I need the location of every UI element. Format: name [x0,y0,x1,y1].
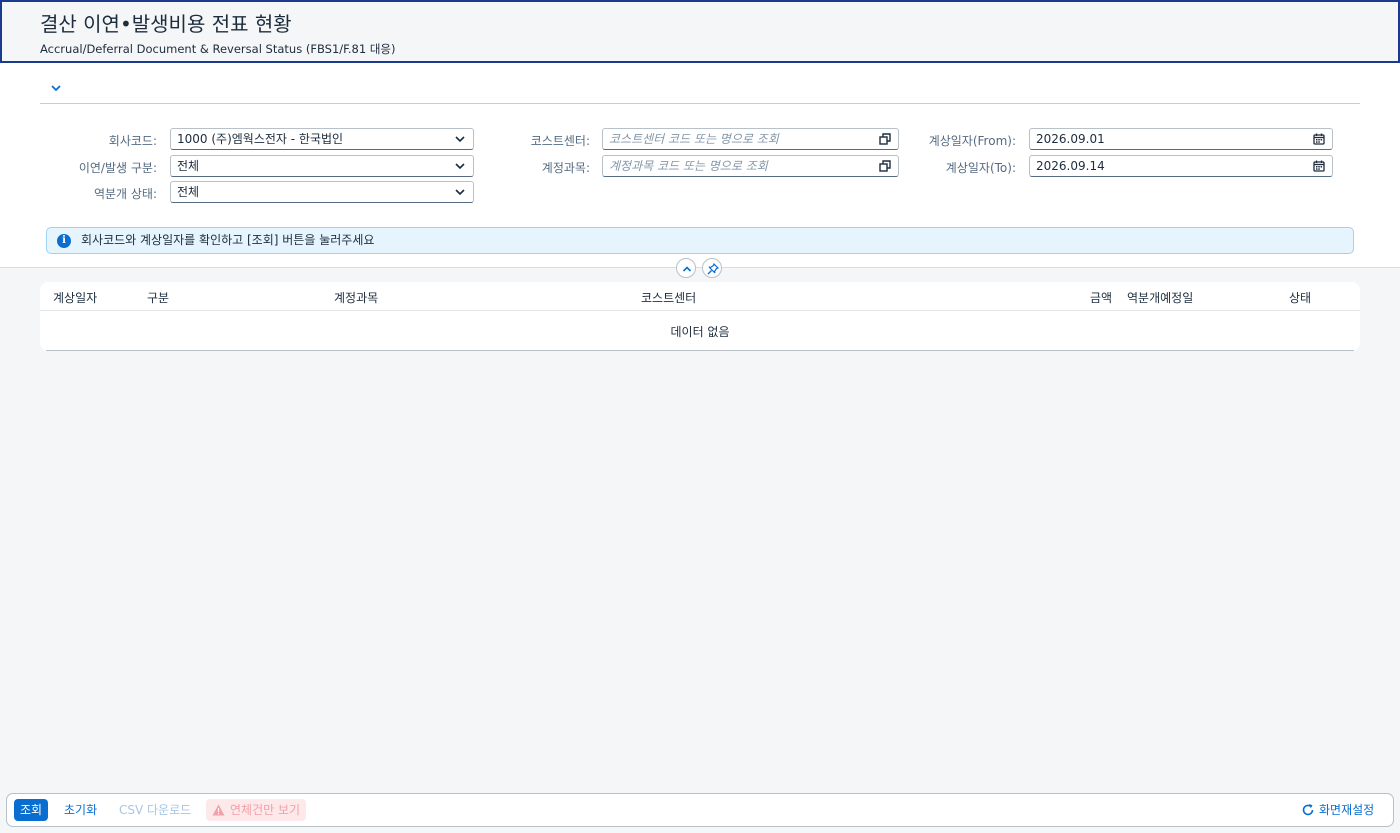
reset-layout-label: 화면재설정 [1319,803,1375,817]
table-bottom-border [46,350,1354,351]
type-select[interactable]: 전체 [170,155,474,177]
cost-center-label: 코스트센터: [530,134,590,148]
calendar-icon[interactable] [1313,160,1325,172]
no-data-text: 데이터 없음 [670,325,730,339]
cost-center-placeholder: 코스트센터 코드 또는 명으로 조회 [609,132,779,146]
reversal-status-label: 역분개 상태: [93,187,157,201]
cost-center-input[interactable]: 코스트센터 코드 또는 명으로 조회 [602,128,899,150]
type-label: 이연/발생 구분: [78,161,157,175]
overdue-only-label: 연체건만 보기 [230,803,301,817]
pin-header-button[interactable] [702,258,722,278]
calendar-icon[interactable] [1313,133,1325,145]
date-from-label: 계상일자(From): [928,134,1016,148]
column-header-status[interactable]: 상태 [1289,289,1311,306]
date-to-label: 계상일자(To): [945,161,1016,175]
filter-bar: 회사코드: 1000 (주)엠웍스전자 - 한국법인 이연/발생 구분: 전체 … [0,63,1400,268]
value-help-icon[interactable] [879,160,891,172]
company-code-label: 회사코드: [108,134,157,148]
date-to-picker[interactable]: 2026.09.14 [1029,155,1333,177]
company-code-value: 1000 (주)엠웍스전자 - 한국법인 [177,132,344,146]
reset-layout-button[interactable]: 화면재설정 [1299,799,1380,821]
csv-download-button[interactable]: CSV 다운로드 [113,799,197,821]
column-header-reversal-date[interactable]: 역분개예정일 [1127,289,1193,306]
refresh-icon [1302,804,1314,816]
page-subtitle: Accrual/Deferral Document & Reversal Sta… [40,42,396,56]
filter-divider [40,103,1360,104]
chevron-down-icon [455,189,465,196]
chevron-down-icon [455,163,465,170]
reset-button[interactable]: 초기화 [58,799,103,821]
company-code-select[interactable]: 1000 (주)엠웍스전자 - 한국법인 [170,128,474,150]
overdue-only-button[interactable]: 연체건만 보기 [206,799,307,821]
pin-icon [707,263,719,275]
info-message-text: 회사코드와 계상일자를 확인하고 [조회] 버튼을 눌러주세요 [81,233,375,247]
info-icon: i [57,234,71,248]
results-table: 계상일자 구분 계정과목 코스트센터 금액 역분개예정일 상태 데이터 없음 [40,282,1360,351]
column-header-type[interactable]: 구분 [147,289,169,306]
page-title: 결산 이연•발생비용 전표 현황 [40,12,292,36]
reversal-status-select[interactable]: 전체 [170,181,474,203]
reversal-status-value: 전체 [177,185,200,199]
column-header-amount[interactable]: 금액 [1090,289,1112,306]
page-header: 결산 이연•발생비용 전표 현황 Accrual/Deferral Docume… [0,0,1400,63]
footer-toolbar: 조회 초기화 CSV 다운로드 연체건만 보기 화면재설정 [6,793,1394,827]
gl-account-input[interactable]: 계정과목 코드 또는 명으로 조회 [602,155,899,177]
column-header-gl-account[interactable]: 계정과목 [334,289,378,306]
search-button[interactable]: 조회 [14,799,49,821]
warning-icon [212,804,225,816]
column-header-posting-date[interactable]: 계상일자 [53,289,97,306]
type-value: 전체 [177,159,200,173]
date-from-value: 2026.09.01 [1036,132,1105,146]
value-help-icon[interactable] [879,133,891,145]
chevron-down-icon [455,136,465,143]
table-header-divider [40,310,1360,311]
date-from-picker[interactable]: 2026.09.01 [1029,128,1333,150]
chevron-up-icon [682,266,692,272]
gl-account-label: 계정과목: [541,161,590,175]
column-header-cost-center[interactable]: 코스트센터 [641,289,696,306]
collapse-header-button[interactable] [676,258,696,278]
gl-account-placeholder: 계정과목 코드 또는 명으로 조회 [609,159,768,173]
chevron-down-icon[interactable] [49,81,63,95]
date-to-value: 2026.09.14 [1036,159,1105,173]
info-message-strip: i 회사코드와 계상일자를 확인하고 [조회] 버튼을 눌러주세요 [46,227,1354,254]
